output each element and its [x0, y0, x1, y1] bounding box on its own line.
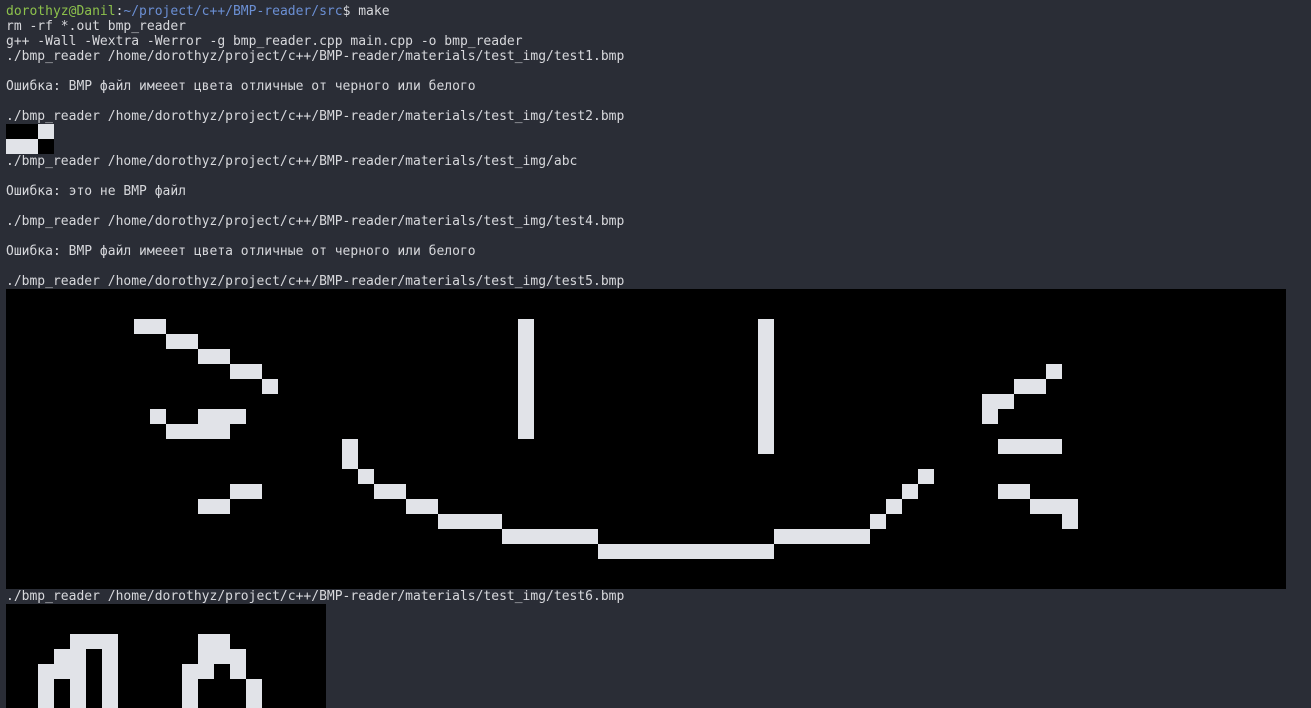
bitmap-pixel-block	[262, 379, 278, 394]
bitmap-pixel-block	[54, 649, 70, 664]
output-line: rm -rf *.out bmp_reader	[6, 19, 187, 34]
bitmap-pixel-block	[438, 514, 502, 529]
bitmap-pixel-block	[198, 634, 230, 649]
bitmap-pixel-block	[1014, 379, 1046, 394]
bitmap-pixel-block	[134, 319, 166, 334]
bitmap-pixel-block	[774, 529, 870, 544]
bitmap-pixel-block	[198, 664, 214, 679]
bitmap-pixel-block	[6, 139, 38, 154]
bitmap-pixel-block	[150, 409, 166, 424]
bitmap-pixel-block	[246, 679, 262, 708]
prompt-line: dorothyz@Danil:~/project/c++/BMP-reader/…	[6, 4, 390, 19]
bitmap-pixel-block	[502, 529, 598, 544]
bitmap-pixel-block	[38, 664, 54, 708]
bitmap-pixel-block	[1046, 364, 1062, 379]
bitmap-pixel-block	[998, 484, 1030, 499]
bitmap-pixel-block	[598, 544, 774, 559]
output-line: ./bmp_reader /home/dorothyz/project/c++/…	[6, 274, 625, 289]
bitmap-pixel-block	[1030, 499, 1078, 514]
bitmap-pixel-block	[902, 484, 918, 499]
bitmap-pixel-block	[918, 469, 934, 484]
output-line: ./bmp_reader /home/dorothyz/project/c++/…	[6, 154, 578, 169]
bitmap-pixel-block	[166, 424, 230, 439]
bitmap-pixel-block	[70, 634, 118, 649]
bitmap-pixel-block	[198, 649, 246, 664]
bitmap-pixel-block	[230, 364, 262, 379]
output-line: ./bmp_reader /home/dorothyz/project/c++/…	[6, 589, 625, 604]
bitmap-pixel-block	[886, 499, 902, 514]
prompt-symbol: $	[342, 4, 359, 19]
bitmap-pixel-block	[70, 649, 86, 708]
bitmap-pixel-block	[342, 439, 358, 469]
output-line: ./bmp_reader /home/dorothyz/project/c++/…	[6, 109, 625, 124]
error-line: Ошибка: BMP файл имееет цвета отличные о…	[6, 244, 476, 259]
bitmap-test6	[6, 604, 326, 708]
command-text: make	[358, 4, 390, 19]
bitmap-pixel-block	[198, 349, 230, 364]
bitmap-pixel-block	[54, 664, 70, 679]
bitmap-pixel-block	[374, 484, 406, 499]
bitmap-test2	[6, 124, 54, 154]
bitmap-pixel-block	[358, 469, 374, 484]
error-line: Ошибка: BMP файл имееет цвета отличные о…	[6, 79, 476, 94]
prompt-path: ~/project/c++/BMP-reader/src	[123, 4, 343, 19]
output-line: ./bmp_reader /home/dorothyz/project/c++/…	[6, 49, 625, 64]
bitmap-pixel-block	[982, 394, 1014, 409]
bitmap-pixel-block	[758, 319, 774, 454]
bitmap-pixel-block	[230, 484, 262, 499]
bitmap-pixel-block	[198, 499, 230, 514]
prompt-user-host: dorothyz@Danil	[6, 4, 116, 19]
bitmap-test5	[6, 289, 1286, 589]
error-line: Ошибка: это не BMP файл	[6, 184, 187, 199]
bitmap-pixel-block	[230, 664, 246, 679]
bitmap-pixel-block	[1062, 514, 1078, 529]
terminal-window[interactable]: { "prompt": { "user_host": "dorothyz@Dan…	[0, 0, 1311, 708]
bitmap-pixel-block	[38, 124, 54, 139]
bitmap-pixel-block	[998, 439, 1062, 454]
bitmap-pixel-block	[870, 514, 886, 529]
bitmap-pixel-block	[982, 409, 998, 424]
output-line: ./bmp_reader /home/dorothyz/project/c++/…	[6, 214, 625, 229]
bitmap-pixel-block	[166, 334, 198, 349]
bitmap-pixel-block	[198, 409, 246, 424]
bitmap-pixel-block	[102, 649, 118, 708]
output-line: g++ -Wall -Wextra -Werror -g bmp_reader.…	[6, 34, 523, 49]
bitmap-pixel-block	[182, 664, 198, 708]
bitmap-pixel-block	[518, 319, 534, 439]
bitmap-pixel-block	[406, 499, 438, 514]
